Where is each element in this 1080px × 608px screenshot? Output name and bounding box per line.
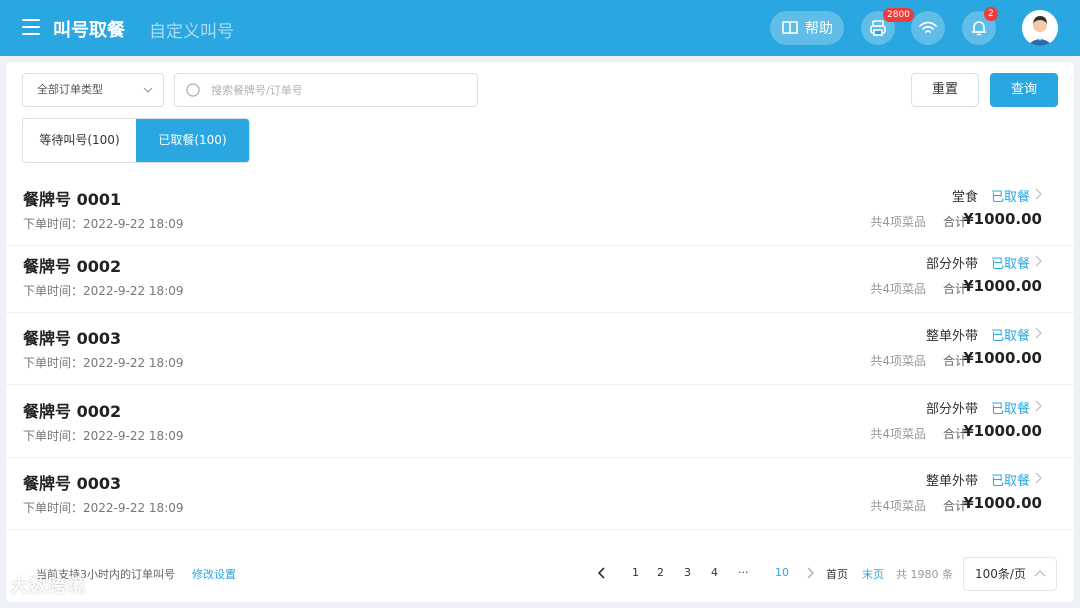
order-time: 下单时间：2022-9-22 18:09	[23, 356, 184, 370]
menu-icon[interactable]	[22, 19, 40, 35]
order-kind: 堂食	[951, 190, 978, 205]
order-number: 餐牌号 0003	[23, 474, 122, 493]
order-total: ¥1000.00	[963, 422, 1042, 440]
order-panel: 全部订单类型 重置 查询 等待叫号(100) 已取餐(100) 餐牌号 0001…	[6, 62, 1074, 602]
order-status[interactable]: 已取餐	[991, 470, 1030, 489]
page-1[interactable]: 1	[632, 566, 639, 579]
reset-button[interactable]: 重置	[911, 73, 979, 107]
chevron-right-icon[interactable]	[1034, 327, 1042, 339]
prev-page-icon[interactable]	[597, 566, 607, 580]
pagination: 1 2 3 4 ··· 10 首页 末页 共 1980 条	[6, 558, 1074, 588]
order-number: 餐牌号 0002	[23, 257, 122, 276]
order-total: ¥1000.00	[963, 277, 1042, 295]
user-avatar-icon	[1022, 10, 1058, 46]
top-bar: 叫号取餐 自定义叫号 帮助 2800 2	[0, 0, 1080, 56]
order-type-value: 全部订单类型	[37, 83, 103, 96]
chevron-down-icon	[143, 87, 153, 93]
item-count: 共4项菜品	[870, 499, 926, 513]
notification-badge: 2	[984, 7, 998, 21]
first-page-link[interactable]: 首页	[826, 566, 848, 582]
order-status[interactable]: 已取餐	[991, 253, 1030, 272]
order-row[interactable]: 餐牌号 0002 下单时间：2022-9-22 18:09 部分外带 已取餐共4项菜品…	[6, 241, 1074, 313]
status-tabs: 等待叫号(100) 已取餐(100)	[22, 118, 250, 163]
tab-custom-call[interactable]: 自定义叫号	[149, 17, 234, 42]
tab-waiting[interactable]: 等待叫号(100)	[23, 119, 136, 162]
order-type-select[interactable]: 全部订单类型	[22, 73, 164, 107]
page-size-select[interactable]: 100条/页	[963, 557, 1057, 591]
last-page-link[interactable]: 末页	[862, 566, 884, 582]
order-kind: 整单外带	[925, 474, 978, 489]
chevron-right-icon[interactable]	[1034, 188, 1042, 200]
order-number: 餐牌号 0003	[23, 329, 122, 348]
order-kind: 整单外带	[925, 329, 978, 344]
chevron-up-icon	[1034, 570, 1046, 577]
tab-picked-up[interactable]: 已取餐(100)	[136, 119, 249, 162]
help-button[interactable]: 帮助	[770, 11, 844, 45]
wifi-button[interactable]	[911, 11, 945, 45]
chevron-right-icon[interactable]	[1034, 255, 1042, 267]
bell-icon	[971, 21, 987, 36]
order-total: ¥1000.00	[963, 349, 1042, 367]
book-icon	[782, 21, 798, 35]
page-size-value: 100条/页	[975, 567, 1026, 581]
item-count: 共4项菜品	[870, 427, 926, 441]
order-kind: 部分外带	[925, 257, 978, 272]
page-3[interactable]: 3	[684, 566, 691, 579]
order-number: 餐牌号 0001	[23, 190, 122, 209]
printer-badge: 2800	[883, 8, 914, 22]
order-time: 下单时间：2022-9-22 18:09	[23, 284, 184, 298]
order-row[interactable]: 餐牌号 0002 下单时间：2022-9-22 18:09 部分外带 已取餐共4项菜品…	[6, 386, 1074, 458]
help-label: 帮助	[805, 21, 833, 37]
item-count: 共4项菜品	[870, 354, 926, 368]
order-time: 下单时间：2022-9-22 18:09	[23, 217, 184, 231]
watermark-logo: 大数跨境	[10, 576, 86, 597]
page-2[interactable]: 2	[657, 566, 664, 579]
order-status[interactable]: 已取餐	[991, 398, 1030, 417]
page-4[interactable]: 4	[711, 566, 718, 579]
order-status[interactable]: 已取餐	[991, 325, 1030, 344]
item-count: 共4项菜品	[870, 215, 926, 229]
avatar[interactable]	[1022, 10, 1058, 46]
item-count: 共4项菜品	[870, 282, 926, 296]
order-kind: 部分外带	[925, 402, 978, 417]
chevron-right-icon[interactable]	[1034, 400, 1042, 412]
search-icon	[186, 83, 200, 97]
order-time: 下单时间：2022-9-22 18:09	[23, 429, 184, 443]
order-total: ¥1000.00	[963, 494, 1042, 512]
chevron-right-icon[interactable]	[1034, 472, 1042, 484]
order-number: 餐牌号 0002	[23, 402, 122, 421]
page-10[interactable]: 10	[775, 566, 789, 579]
next-page-icon[interactable]	[805, 566, 815, 580]
printer-icon	[870, 20, 886, 36]
page-ellipsis[interactable]: ···	[738, 566, 749, 579]
order-status[interactable]: 已取餐	[991, 186, 1030, 205]
order-row[interactable]: 餐牌号 0003 下单时间：2022-9-22 18:09 整单外带 已取餐共4项菜品…	[6, 458, 1074, 530]
total-count: 共 1980 条	[896, 568, 953, 581]
order-time: 下单时间：2022-9-22 18:09	[23, 501, 184, 515]
order-row[interactable]: 餐牌号 0001 下单时间：2022-9-22 18:09 堂食 已取餐 共4项菜品 合计…	[6, 174, 1074, 246]
search-input[interactable]	[211, 80, 461, 100]
tab-call-pickup[interactable]: 叫号取餐	[53, 16, 125, 42]
order-row[interactable]: 餐牌号 0003 下单时间：2022-9-22 18:09 整单外带 已取餐共4项菜品…	[6, 313, 1074, 385]
query-button[interactable]: 查询	[990, 73, 1058, 107]
order-total: ¥1000.00	[963, 210, 1042, 228]
wifi-icon	[919, 21, 937, 33]
search-box	[174, 73, 478, 107]
